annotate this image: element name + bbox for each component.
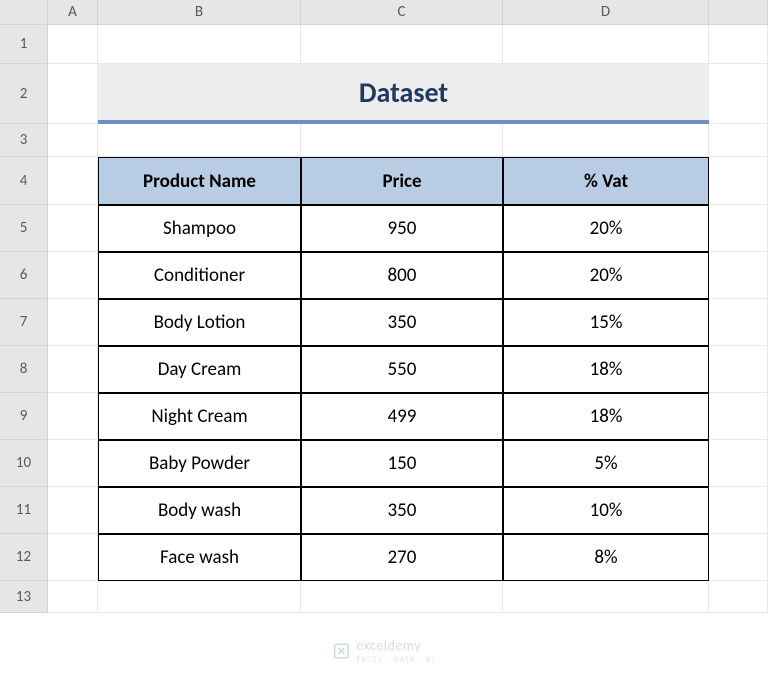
row-header-11[interactable]: 11 [0, 487, 48, 534]
table-cell-product[interactable]: Body wash [98, 487, 301, 534]
table-cell-price[interactable]: 550 [301, 346, 503, 393]
table-cell-vat[interactable]: 8% [503, 534, 709, 581]
col-header-a[interactable]: A [48, 0, 98, 25]
cell-b3[interactable] [98, 124, 301, 157]
cell-a4[interactable] [48, 157, 98, 205]
cell-b13[interactable] [98, 581, 301, 613]
cell-b1[interactable] [98, 25, 301, 64]
cell-a6[interactable] [48, 252, 98, 299]
row-header-5[interactable]: 5 [0, 205, 48, 252]
row-header-3[interactable]: 3 [0, 124, 48, 157]
row-header-8[interactable]: 8 [0, 346, 48, 393]
cell-e4[interactable] [709, 157, 768, 205]
row-header-2[interactable]: 2 [0, 64, 48, 124]
row-header-10[interactable]: 10 [0, 440, 48, 487]
table-cell-product[interactable]: Shampoo [98, 205, 301, 252]
table-cell-price[interactable]: 499 [301, 393, 503, 440]
row-header-12[interactable]: 12 [0, 534, 48, 581]
table-cell-product[interactable]: Night Cream [98, 393, 301, 440]
cell-a7[interactable] [48, 299, 98, 346]
cell-a12[interactable] [48, 534, 98, 581]
cell-a2[interactable] [48, 64, 98, 124]
cell-e12[interactable] [709, 534, 768, 581]
row-header-4[interactable]: 4 [0, 157, 48, 205]
watermark-text: exceldemy EXCEL · DATA · BI [356, 636, 435, 665]
col-header-b[interactable]: B [98, 0, 301, 25]
table-cell-vat[interactable]: 15% [503, 299, 709, 346]
row-header-7[interactable]: 7 [0, 299, 48, 346]
select-all-corner[interactable] [0, 0, 48, 25]
cell-d1[interactable] [503, 25, 709, 64]
table-header-product[interactable]: Product Name [98, 157, 301, 205]
cell-c13[interactable] [301, 581, 503, 613]
table-cell-product[interactable]: Conditioner [98, 252, 301, 299]
table-cell-product[interactable]: Body Lotion [98, 299, 301, 346]
cell-e3[interactable] [709, 124, 768, 157]
row-header-1[interactable]: 1 [0, 25, 48, 64]
table-cell-vat[interactable]: 10% [503, 487, 709, 534]
cell-e13[interactable] [709, 581, 768, 613]
col-header-extra[interactable] [709, 0, 768, 25]
table-cell-product[interactable]: Day Cream [98, 346, 301, 393]
cell-e9[interactable] [709, 393, 768, 440]
cell-e8[interactable] [709, 346, 768, 393]
table-cell-vat[interactable]: 20% [503, 252, 709, 299]
table-header-vat[interactable]: % Vat [503, 157, 709, 205]
table-cell-price[interactable]: 950 [301, 205, 503, 252]
cell-c1[interactable] [301, 25, 503, 64]
cell-e1[interactable] [709, 25, 768, 64]
watermark: exceldemy EXCEL · DATA · BI [332, 636, 435, 665]
col-header-d[interactable]: D [503, 0, 709, 25]
cell-a1[interactable] [48, 25, 98, 64]
cell-a11[interactable] [48, 487, 98, 534]
table-cell-price[interactable]: 150 [301, 440, 503, 487]
exceldemy-logo-icon [332, 642, 350, 660]
table-cell-vat[interactable]: 18% [503, 393, 709, 440]
table-cell-product[interactable]: Face wash [98, 534, 301, 581]
table-cell-vat[interactable]: 18% [503, 346, 709, 393]
table-cell-price[interactable]: 270 [301, 534, 503, 581]
cell-d3[interactable] [503, 124, 709, 157]
table-cell-product[interactable]: Baby Powder [98, 440, 301, 487]
table-cell-price[interactable]: 350 [301, 487, 503, 534]
cell-a8[interactable] [48, 346, 98, 393]
cell-a13[interactable] [48, 581, 98, 613]
cell-c3[interactable] [301, 124, 503, 157]
watermark-brand: exceldemy [356, 637, 421, 654]
table-cell-vat[interactable]: 5% [503, 440, 709, 487]
dataset-title[interactable]: Dataset [98, 64, 709, 124]
cell-e2[interactable] [709, 64, 768, 124]
col-header-c[interactable]: C [301, 0, 503, 25]
cell-e11[interactable] [709, 487, 768, 534]
cell-a10[interactable] [48, 440, 98, 487]
watermark-tagline: EXCEL · DATA · BI [356, 655, 435, 665]
spreadsheet-grid: A B C D 1 2 Dataset 3 4 Product Name Pri… [0, 0, 768, 613]
cell-a5[interactable] [48, 205, 98, 252]
cell-e7[interactable] [709, 299, 768, 346]
cell-e6[interactable] [709, 252, 768, 299]
cell-d13[interactable] [503, 581, 709, 613]
cell-a9[interactable] [48, 393, 98, 440]
table-header-price[interactable]: Price [301, 157, 503, 205]
cell-e5[interactable] [709, 205, 768, 252]
row-header-9[interactable]: 9 [0, 393, 48, 440]
row-header-6[interactable]: 6 [0, 252, 48, 299]
table-cell-price[interactable]: 350 [301, 299, 503, 346]
row-header-13[interactable]: 13 [0, 581, 48, 613]
table-cell-price[interactable]: 800 [301, 252, 503, 299]
cell-a3[interactable] [48, 124, 98, 157]
cell-e10[interactable] [709, 440, 768, 487]
table-cell-vat[interactable]: 20% [503, 205, 709, 252]
